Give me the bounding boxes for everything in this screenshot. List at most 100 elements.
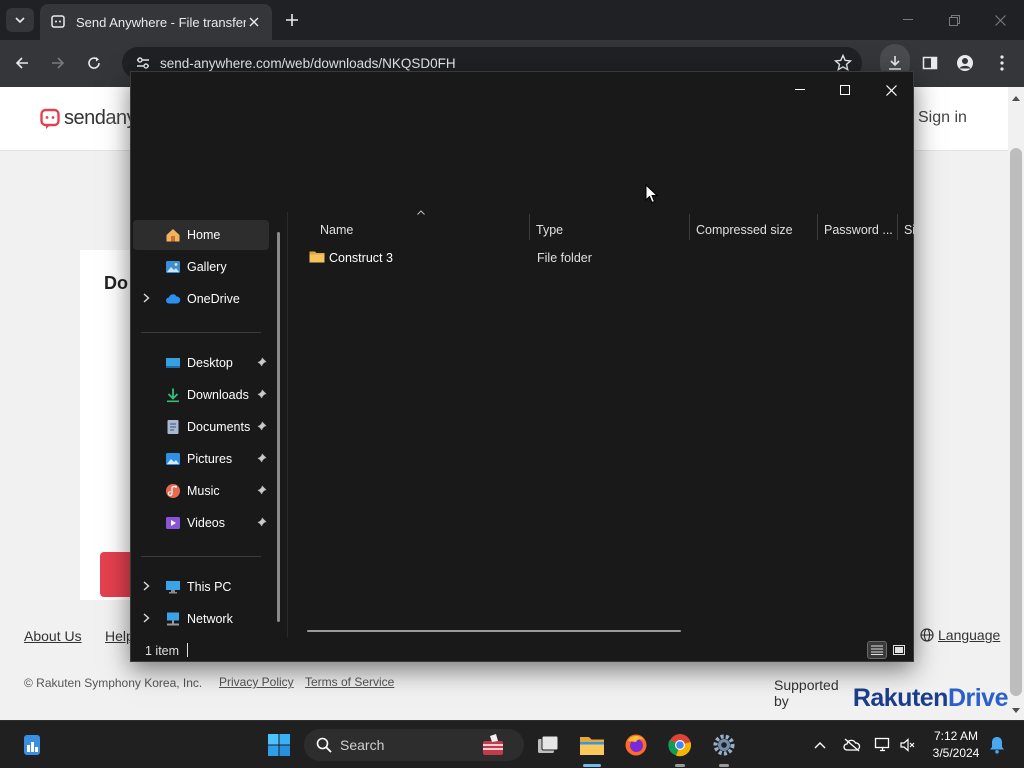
privacy-policy-link[interactable]: Privacy Policy bbox=[219, 675, 294, 689]
nav-item-videos[interactable]: Videos bbox=[133, 508, 269, 538]
sign-in-link[interactable]: Sign in bbox=[918, 109, 967, 127]
arrow-right-icon bbox=[52, 57, 65, 69]
taskbar-search-box[interactable]: Search bbox=[304, 729, 524, 761]
supported-by: Supported by RakutenDrive bbox=[774, 677, 1009, 712]
side-panel-button[interactable] bbox=[919, 52, 941, 74]
logo-text-send: send bbox=[64, 107, 106, 129]
column-header-compressed-size[interactable]: Compressed size bbox=[696, 218, 816, 242]
tab-search-button[interactable] bbox=[6, 8, 34, 32]
pin-icon[interactable] bbox=[257, 453, 267, 463]
start-button[interactable] bbox=[265, 731, 293, 759]
notifications-button[interactable] bbox=[987, 735, 1007, 755]
pin-icon[interactable] bbox=[257, 357, 267, 367]
dialog-maximize-button[interactable] bbox=[833, 78, 857, 102]
nav-item-onedrive[interactable]: OneDrive bbox=[133, 284, 269, 314]
column-separator[interactable] bbox=[689, 214, 690, 240]
download-icon bbox=[167, 388, 179, 403]
file-row[interactable]: Construct 3 File folder bbox=[303, 246, 903, 270]
pin-icon[interactable] bbox=[257, 485, 267, 495]
pin-icon[interactable] bbox=[257, 389, 267, 399]
pin-icon[interactable] bbox=[257, 421, 267, 431]
details-view-button[interactable] bbox=[867, 641, 887, 659]
chrome-taskbar-button[interactable] bbox=[666, 731, 694, 759]
file-list-horizontal-scrollbar[interactable] bbox=[307, 630, 681, 632]
dialog-close-button[interactable] bbox=[879, 78, 903, 102]
about-us-link[interactable]: About Us bbox=[24, 628, 82, 644]
site-settings-icon[interactable] bbox=[134, 54, 152, 72]
volume-tray-button[interactable] bbox=[898, 735, 918, 755]
language-selector[interactable]: Language bbox=[920, 627, 1000, 643]
scroll-up-icon[interactable] bbox=[1010, 92, 1022, 104]
folder-icon bbox=[580, 737, 604, 755]
reload-button[interactable] bbox=[83, 52, 105, 74]
tab-title: Send Anywhere - File transfer bbox=[76, 14, 246, 30]
brand-drive: Drive bbox=[947, 684, 1009, 712]
rakuten-drive-logo[interactable]: RakutenDrive bbox=[852, 684, 1009, 712]
nav-item-desktop[interactable]: Desktop bbox=[133, 348, 269, 378]
taskbar-clock[interactable]: 7:12 AM 3/5/2024 bbox=[924, 728, 988, 762]
network-tray-button[interactable] bbox=[873, 735, 893, 755]
send-anywhere-logo[interactable]: send any bbox=[40, 107, 137, 130]
firefox-taskbar-button[interactable] bbox=[622, 731, 650, 759]
settings-taskbar-button[interactable] bbox=[710, 731, 738, 759]
network-status-icon bbox=[874, 737, 890, 752]
column-separator[interactable] bbox=[817, 214, 818, 240]
new-tab-button[interactable] bbox=[282, 10, 302, 30]
widgets-button[interactable] bbox=[18, 731, 46, 759]
url-text[interactable]: send-anywhere.com/web/downloads/NKQSD0FH bbox=[160, 56, 456, 71]
navigation-pane-scrollbar[interactable] bbox=[277, 232, 280, 622]
window-restore-button[interactable] bbox=[944, 10, 964, 30]
back-button[interactable] bbox=[11, 52, 33, 74]
browser-menu-button[interactable] bbox=[991, 52, 1013, 74]
minimize-icon bbox=[795, 89, 805, 90]
picture-icon bbox=[166, 453, 180, 465]
tab-close-icon[interactable] bbox=[246, 14, 262, 30]
file-explorer-taskbar-button[interactable] bbox=[578, 731, 606, 759]
browser-tab[interactable]: Send Anywhere - File transfer bbox=[40, 4, 272, 40]
chevron-right-icon[interactable] bbox=[143, 581, 150, 591]
computer-icon bbox=[166, 581, 180, 594]
nav-item-gallery[interactable]: Gallery bbox=[133, 252, 269, 282]
nav-item-pictures[interactable]: Pictures bbox=[133, 444, 269, 474]
profile-button[interactable] bbox=[954, 52, 976, 74]
nav-item-music[interactable]: Music bbox=[133, 476, 269, 506]
scroll-down-icon[interactable] bbox=[1010, 704, 1022, 716]
nav-item-this-pc[interactable]: This PC bbox=[133, 572, 269, 602]
nav-item-home[interactable]: Home bbox=[133, 220, 269, 250]
column-separator[interactable] bbox=[529, 214, 530, 240]
column-separator[interactable] bbox=[897, 214, 898, 240]
cloud-icon bbox=[166, 294, 181, 304]
nav-label-videos: Videos bbox=[187, 516, 225, 530]
chevron-right-icon[interactable] bbox=[143, 613, 150, 623]
brand-rakuten: Rakuten bbox=[852, 684, 949, 712]
nav-item-downloads[interactable]: Downloads bbox=[133, 380, 269, 410]
column-header-password[interactable]: Password ... bbox=[824, 218, 894, 242]
nav-item-documents[interactable]: Documents bbox=[133, 412, 269, 442]
show-hidden-icons-button[interactable] bbox=[810, 735, 830, 755]
search-placeholder: Search bbox=[340, 737, 385, 753]
arrow-left-icon bbox=[15, 57, 28, 69]
column-header-type[interactable]: Type bbox=[536, 218, 686, 242]
terms-of-service-link[interactable]: Terms of Service bbox=[305, 675, 394, 689]
tiles-view-button[interactable] bbox=[889, 641, 909, 659]
onedrive-tray-button[interactable] bbox=[842, 735, 862, 755]
pin-icon[interactable] bbox=[257, 517, 267, 527]
cloud-off-icon bbox=[843, 738, 861, 752]
clock-time: 7:12 AM bbox=[933, 729, 979, 743]
dialog-minimize-button[interactable] bbox=[788, 78, 812, 102]
nav-label-music: Music bbox=[187, 484, 220, 498]
column-header-name[interactable]: Name bbox=[320, 218, 520, 242]
send-anywhere-logo-icon bbox=[40, 108, 60, 129]
window-close-button[interactable] bbox=[990, 10, 1010, 30]
column-header-size[interactable]: Si bbox=[904, 218, 914, 242]
windows-taskbar: Search 7:12 AM 3/5/2024 bbox=[0, 720, 1024, 768]
page-scrollbar-thumb[interactable] bbox=[1010, 148, 1022, 696]
bookmark-star-icon[interactable] bbox=[834, 54, 852, 72]
nav-item-network[interactable]: Network bbox=[133, 604, 269, 634]
window-minimize-button[interactable] bbox=[898, 10, 918, 30]
forward-button[interactable] bbox=[47, 52, 69, 74]
nav-label-desktop: Desktop bbox=[187, 356, 233, 370]
help-link[interactable]: Help bbox=[105, 628, 130, 644]
task-view-button[interactable] bbox=[534, 731, 562, 759]
chevron-right-icon[interactable] bbox=[143, 293, 150, 303]
